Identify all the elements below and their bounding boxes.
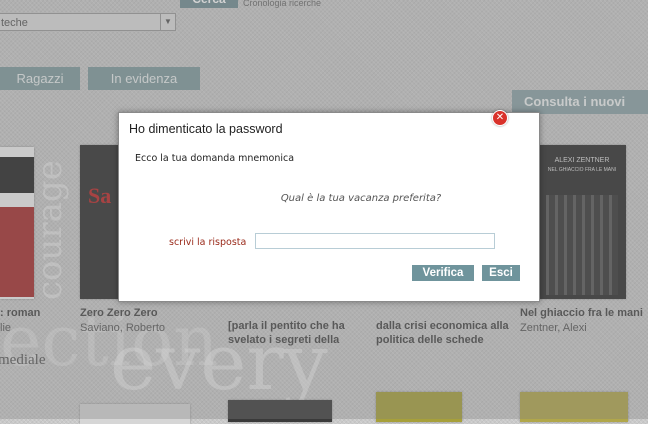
dialog-subtitle: Ecco la tua domanda mnemonica: [135, 153, 295, 164]
answer-input[interactable]: [255, 233, 495, 249]
exit-button[interactable]: Esci: [482, 265, 520, 281]
dialog-title: Ho dimenticato la password: [129, 122, 283, 136]
answer-label: scrivi la risposta: [169, 237, 247, 248]
verify-button[interactable]: Verifica: [412, 265, 474, 281]
close-icon[interactable]: ✕: [492, 110, 508, 126]
security-question: Qual è la tua vacanza preferita?: [280, 193, 442, 204]
forgot-password-dialog: Ho dimenticato la password ✕ Ecco la tua…: [118, 110, 540, 302]
